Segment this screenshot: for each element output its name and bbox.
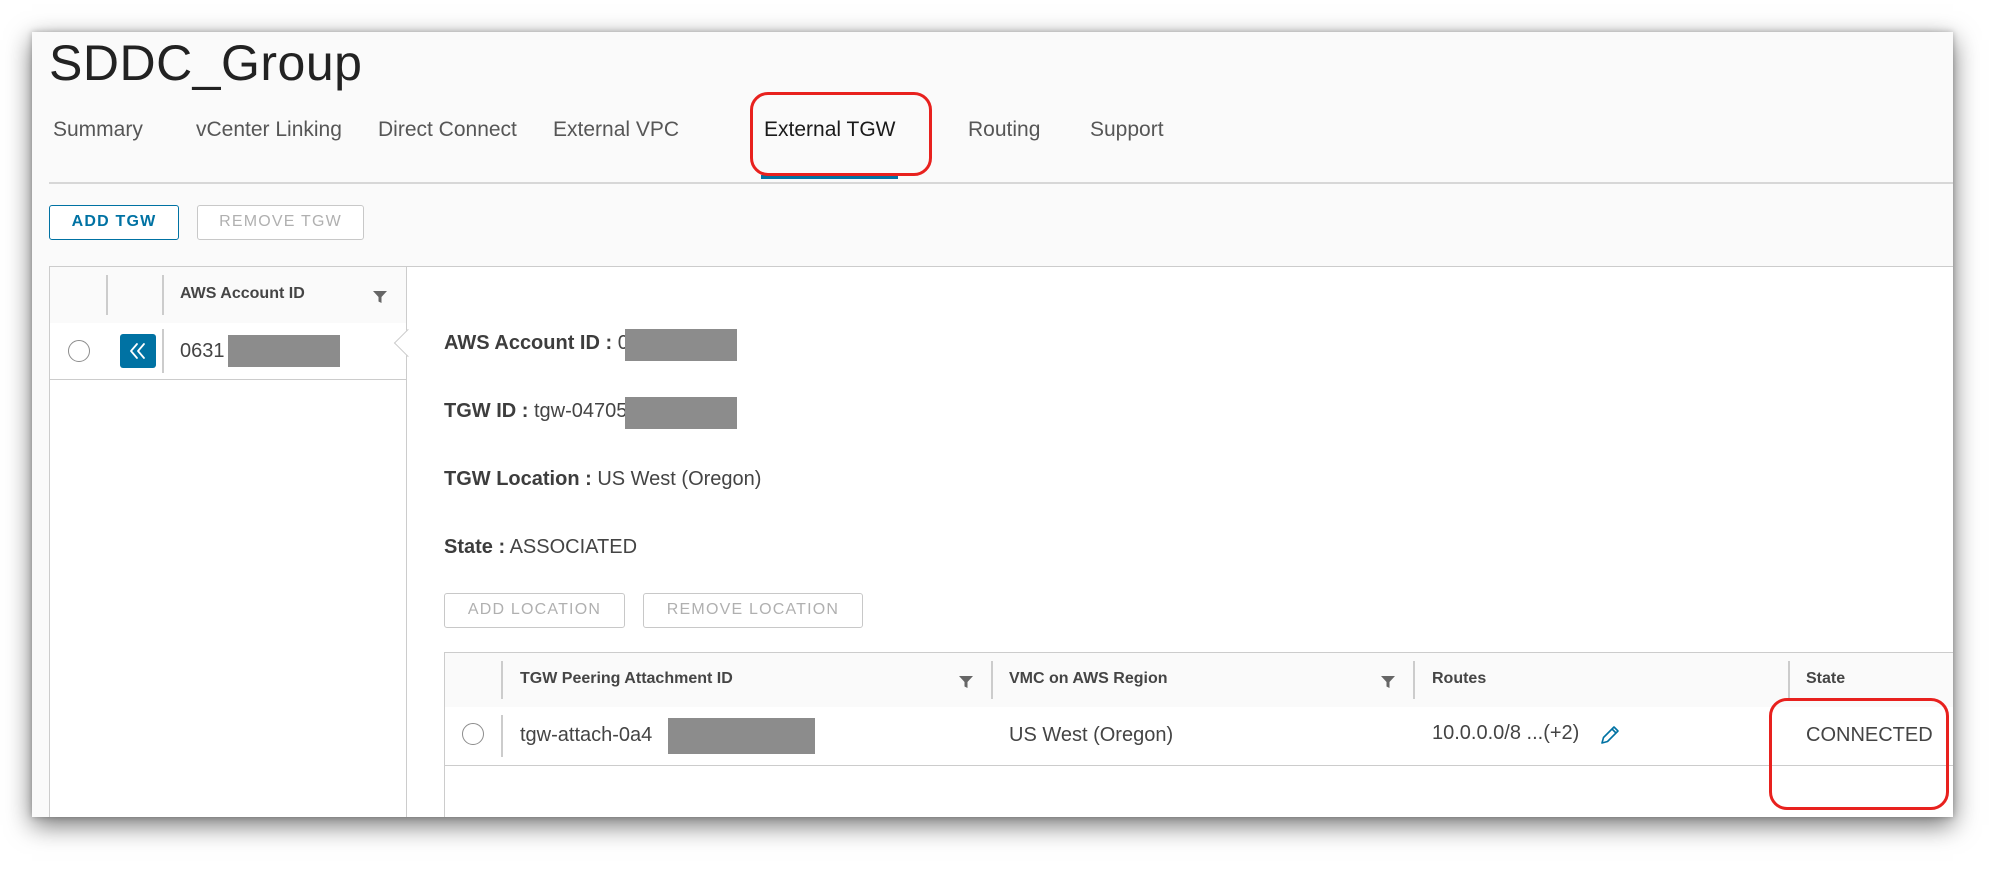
column-divider <box>501 661 503 699</box>
tab-routing[interactable]: Routing <box>968 104 1040 156</box>
column-divider <box>106 275 108 315</box>
remove-tgw-button[interactable]: REMOVE TGW <box>197 205 364 240</box>
cell-state: CONNECTED <box>1806 724 1933 746</box>
app-window: SDDC_Group Summary vCenter Linking Direc… <box>32 32 1953 817</box>
detail-tgw-location-value: US West (Oregon) <box>597 468 762 490</box>
collapse-detail-button[interactable] <box>120 334 156 368</box>
row-select-radio[interactable] <box>68 340 90 362</box>
detail-state-value: ASSOCIATED <box>509 536 638 558</box>
column-header-routes[interactable]: Routes <box>1432 670 1486 688</box>
column-divider <box>162 329 164 373</box>
redaction-block <box>228 335 340 367</box>
add-tgw-button[interactable]: ADD TGW <box>49 205 179 240</box>
detail-account-id-label: AWS Account ID : <box>444 332 613 354</box>
filter-icon[interactable] <box>372 290 388 304</box>
column-header-aws-account-id[interactable]: AWS Account ID <box>180 285 305 303</box>
detail-tgw-id-label: TGW ID : <box>444 400 529 422</box>
cell-region: US West (Oregon) <box>1009 724 1174 746</box>
detail-tgw-location: TGW Location : US West (Oregon) <box>444 468 761 491</box>
edit-pencil-icon[interactable] <box>1598 723 1622 747</box>
redaction-block <box>625 397 737 429</box>
row-select-radio[interactable] <box>462 723 484 745</box>
redaction-block <box>625 329 737 361</box>
attachments-table: TGW Peering Attachment ID VMC on AWS Reg… <box>444 652 1953 817</box>
detail-state-label: State : <box>444 536 506 558</box>
add-location-button[interactable]: ADD LOCATION <box>444 593 625 628</box>
column-header-attachment-id[interactable]: TGW Peering Attachment ID <box>520 670 733 688</box>
tab-direct-connect[interactable]: Direct Connect <box>378 104 517 156</box>
tab-bar: Summary vCenter Linking Direct Connect E… <box>49 104 1953 184</box>
cell-attachment-id: tgw-attach-0a4 <box>520 724 653 746</box>
tab-vcenter-linking[interactable]: vCenter Linking <box>196 104 342 156</box>
cell-aws-account-id: 0631 <box>180 340 225 362</box>
tab-external-tgw-label: External TGW <box>764 118 896 141</box>
tab-external-vpc[interactable]: External VPC <box>553 104 679 156</box>
page-title: SDDC_Group <box>49 35 363 91</box>
redaction-block <box>668 718 815 754</box>
tgw-list-header: AWS Account ID <box>50 267 406 324</box>
column-divider <box>1788 661 1790 699</box>
table-row[interactable]: tgw-attach-0a4 US West (Oregon) 10.0.0.0… <box>445 707 1953 766</box>
filter-icon[interactable] <box>1380 675 1396 689</box>
active-tab-indicator <box>761 175 899 179</box>
table-row[interactable]: 0631 <box>50 323 406 380</box>
cell-routes: 10.0.0.0/8 ...(+2) <box>1432 722 1580 744</box>
column-header-region[interactable]: VMC on AWS Region <box>1009 670 1168 688</box>
double-chevron-left-icon <box>130 343 145 359</box>
tab-support[interactable]: Support <box>1090 104 1164 156</box>
detail-state: State : ASSOCIATED <box>444 536 637 559</box>
attachments-table-header: TGW Peering Attachment ID VMC on AWS Reg… <box>445 653 1953 708</box>
column-divider <box>501 715 503 757</box>
column-divider <box>162 275 164 315</box>
remove-location-button[interactable]: REMOVE LOCATION <box>643 593 863 628</box>
detail-panel: AWS Account ID : 0631 TGW ID : tgw-04705… <box>407 266 1953 817</box>
filter-icon[interactable] <box>958 675 974 689</box>
column-divider <box>1413 661 1415 699</box>
detail-tgw-id: TGW ID : tgw-04705d5 <box>444 400 650 423</box>
column-header-state[interactable]: State <box>1806 670 1845 688</box>
detail-tgw-location-label: TGW Location : <box>444 468 592 490</box>
tab-external-tgw[interactable]: External TGW <box>761 104 899 179</box>
tab-summary[interactable]: Summary <box>53 104 143 156</box>
tgw-list-panel: AWS Account ID 0631 <box>49 266 407 817</box>
column-divider <box>991 661 993 699</box>
